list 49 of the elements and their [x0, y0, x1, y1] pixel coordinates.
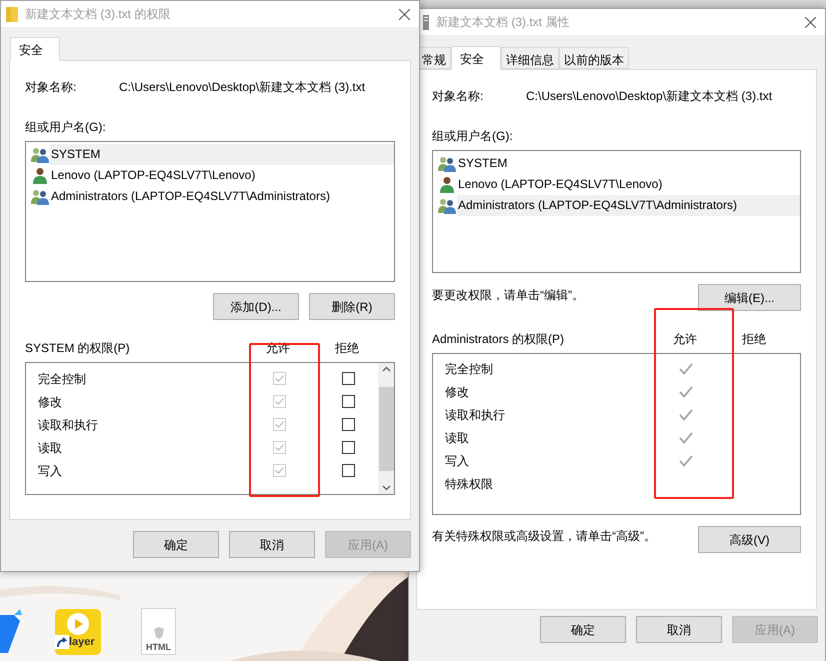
dialog-button[interactable]: 取消: [636, 616, 722, 643]
object-path: C:\Users\Lenovo\Desktop\新建文本文档 (3).txt: [526, 88, 772, 105]
permission-name: 特殊权限: [444, 476, 493, 492]
object-path: C:\Users\Lenovo\Desktop\新建文本文档 (3).txt: [119, 79, 366, 96]
dialog-button[interactable]: 添加(D)...: [213, 293, 299, 320]
list-item[interactable]: Lenovo (LAPTOP-EQ4SLV7T\Lenovo): [50, 165, 394, 186]
list-item[interactable]: Lenovo (LAPTOP-EQ4SLV7T\Lenovo): [457, 174, 800, 195]
icon-label: layer: [69, 636, 95, 649]
permission-name: 读取: [37, 440, 62, 456]
icon-label: HTML: [146, 642, 171, 652]
tab[interactable]: 常规: [417, 47, 451, 69]
list-item[interactable]: Administrators (LAPTOP-EQ4SLV7T\Administrators): [50, 186, 394, 207]
field-label: 组或用户名(G):: [25, 119, 106, 136]
window-title: 新建文本文档 (3).txt 的权限: [25, 6, 170, 23]
dialog-button[interactable]: 取消: [229, 531, 315, 558]
html-file[interactable]: HTML: [141, 608, 176, 655]
dialog-button[interactable]: 删除(R): [309, 293, 395, 320]
permission-name: 读取和执行: [444, 406, 505, 424]
column-header: 允许: [673, 331, 697, 348]
list-item[interactable]: Administrators (LAPTOP-EQ4SLV7T\Administrators): [457, 195, 800, 216]
permission-name: 完全控制: [37, 370, 86, 388]
permissions-label: SYSTEM 的权限(P): [25, 340, 130, 357]
field-label: 对象名称:: [432, 88, 484, 105]
dialog-button[interactable]: 确定: [133, 531, 219, 558]
field-label: 对象名称:: [25, 79, 78, 96]
list-item[interactable]: SYSTEM: [50, 144, 394, 165]
dialog-button[interactable]: 高级(V): [698, 526, 801, 553]
permission-name: 修改: [37, 394, 62, 410]
tab[interactable]: 详细信息: [501, 47, 559, 69]
tab[interactable]: 安全: [10, 37, 60, 61]
tab[interactable]: 安全: [451, 46, 501, 70]
permission-name: 修改: [444, 384, 469, 400]
permission-name: 写入: [37, 462, 62, 480]
dialog-button[interactable]: 确定: [540, 616, 626, 643]
hint-text: 要更改权限，请单击“编辑”。: [432, 287, 584, 304]
permission-name: 读取和执行: [37, 416, 98, 434]
permissions-label: Administrators 的权限(P): [432, 331, 564, 348]
column-header: 拒绝: [742, 331, 766, 348]
column-header: 拒绝: [335, 340, 359, 357]
permission-name: 读取: [444, 430, 469, 446]
player-shortcut[interactable]: layer: [55, 609, 101, 655]
tab[interactable]: 以前的版本: [559, 47, 629, 69]
hint-text: 有关特殊权限或高级设置，请单击“高级”。: [432, 528, 656, 545]
list-item[interactable]: SYSTEM: [457, 153, 800, 174]
field-label: 组或用户名(G):: [432, 128, 513, 145]
window-title: 新建文本文档 (3).txt 属性: [436, 14, 570, 31]
permission-name: 完全控制: [444, 360, 493, 378]
permission-name: 写入: [444, 452, 469, 470]
dialog-button[interactable]: 编辑(E)...: [698, 284, 801, 311]
